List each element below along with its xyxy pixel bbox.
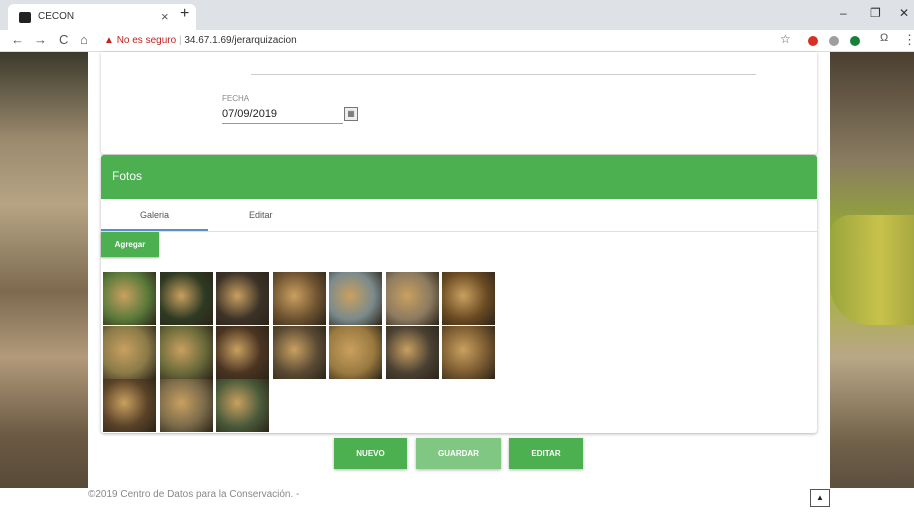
gallery-photo[interactable] (103, 325, 156, 379)
editar-button[interactable]: EDITAR (509, 438, 583, 469)
gallery-photo[interactable] (385, 272, 439, 325)
fotos-card: Fotos Galeria Editar Agregar (101, 155, 817, 433)
footer-text: ©2019 Centro de Datos para la Conservaci… (88, 489, 300, 500)
back-icon[interactable]: ← (11, 32, 24, 47)
home-icon[interactable]: ⌂ (80, 32, 88, 47)
url-separator: | (178, 35, 182, 46)
shield-extension-icon[interactable] (850, 36, 860, 46)
warning-icon: ▲ (104, 35, 114, 46)
favicon-icon (19, 12, 31, 23)
gallery-photo[interactable] (159, 379, 213, 432)
minimize-button[interactable]: – (840, 6, 847, 20)
tab-editar[interactable]: Editar (249, 210, 273, 220)
gallery-photo[interactable] (329, 325, 382, 379)
tab-galeria[interactable]: Galeria (140, 210, 169, 220)
gallery-photo[interactable] (159, 272, 213, 325)
tab-title: CECON (38, 11, 75, 22)
calendar-icon[interactable]: ▦ (344, 107, 358, 121)
new-tab-button[interactable]: + (180, 5, 189, 23)
bookmark-star-icon[interactable]: ☆ (780, 32, 791, 46)
tab-close-icon[interactable]: × (161, 9, 169, 24)
form-card: FECHA 07/09/2019 ▦ (101, 52, 817, 154)
adblock-extension-icon[interactable] (808, 36, 818, 46)
browser-tab-bar: CECON × + – ❐ ✕ (0, 0, 914, 30)
gallery-photo[interactable] (103, 379, 156, 432)
fotos-header: Fotos (101, 155, 817, 199)
reload-icon[interactable]: C (59, 32, 68, 47)
gallery-photo[interactable] (442, 325, 495, 379)
url-text[interactable]: 34.67.1.69/jerarquizacion (184, 35, 296, 46)
close-window-button[interactable]: ✕ (899, 6, 909, 20)
agregar-button[interactable]: Agregar (101, 232, 159, 257)
profile-icon[interactable]: Ω (880, 32, 888, 44)
gallery-photo[interactable] (442, 272, 495, 325)
fecha-underline (222, 123, 343, 124)
tab-indicator (101, 229, 208, 231)
gallery-photo[interactable] (216, 272, 269, 325)
field-underline (251, 74, 756, 75)
gallery-photo[interactable] (103, 272, 156, 325)
cloud-extension-icon[interactable] (829, 36, 839, 46)
gallery-photo[interactable] (216, 379, 269, 432)
background-lizard (830, 215, 914, 325)
gallery-photo[interactable] (272, 272, 326, 325)
fecha-label: FECHA (222, 94, 250, 103)
guardar-button[interactable]: GUARDAR (416, 438, 501, 469)
gallery-photo[interactable] (272, 325, 326, 379)
gallery-photo[interactable] (159, 325, 213, 379)
nuevo-button[interactable]: NUEVO (334, 438, 407, 469)
menu-icon[interactable]: ⋮ (903, 32, 914, 48)
fotos-tabs: Galeria Editar (101, 199, 817, 232)
fecha-input[interactable]: 07/09/2019 (222, 108, 277, 120)
scroll-to-top-button[interactable]: ▲ (810, 489, 830, 507)
gallery-photo[interactable] (216, 325, 269, 379)
maximize-button[interactable]: ❐ (870, 6, 881, 20)
gallery-photo[interactable] (385, 325, 439, 379)
background-photo-left (0, 52, 88, 488)
fotos-title: Fotos (112, 169, 143, 183)
browser-toolbar: ← → C ⌂ ▲ No es seguro | 34.67.1.69/jera… (0, 30, 914, 52)
security-status[interactable]: No es seguro (117, 35, 176, 46)
forward-icon[interactable]: → (34, 32, 47, 47)
gallery-photo[interactable] (329, 272, 382, 325)
browser-tab[interactable]: CECON × (8, 4, 196, 30)
address-bar[interactable]: ▲ No es seguro | 34.67.1.69/jerarquizaci… (104, 32, 772, 50)
